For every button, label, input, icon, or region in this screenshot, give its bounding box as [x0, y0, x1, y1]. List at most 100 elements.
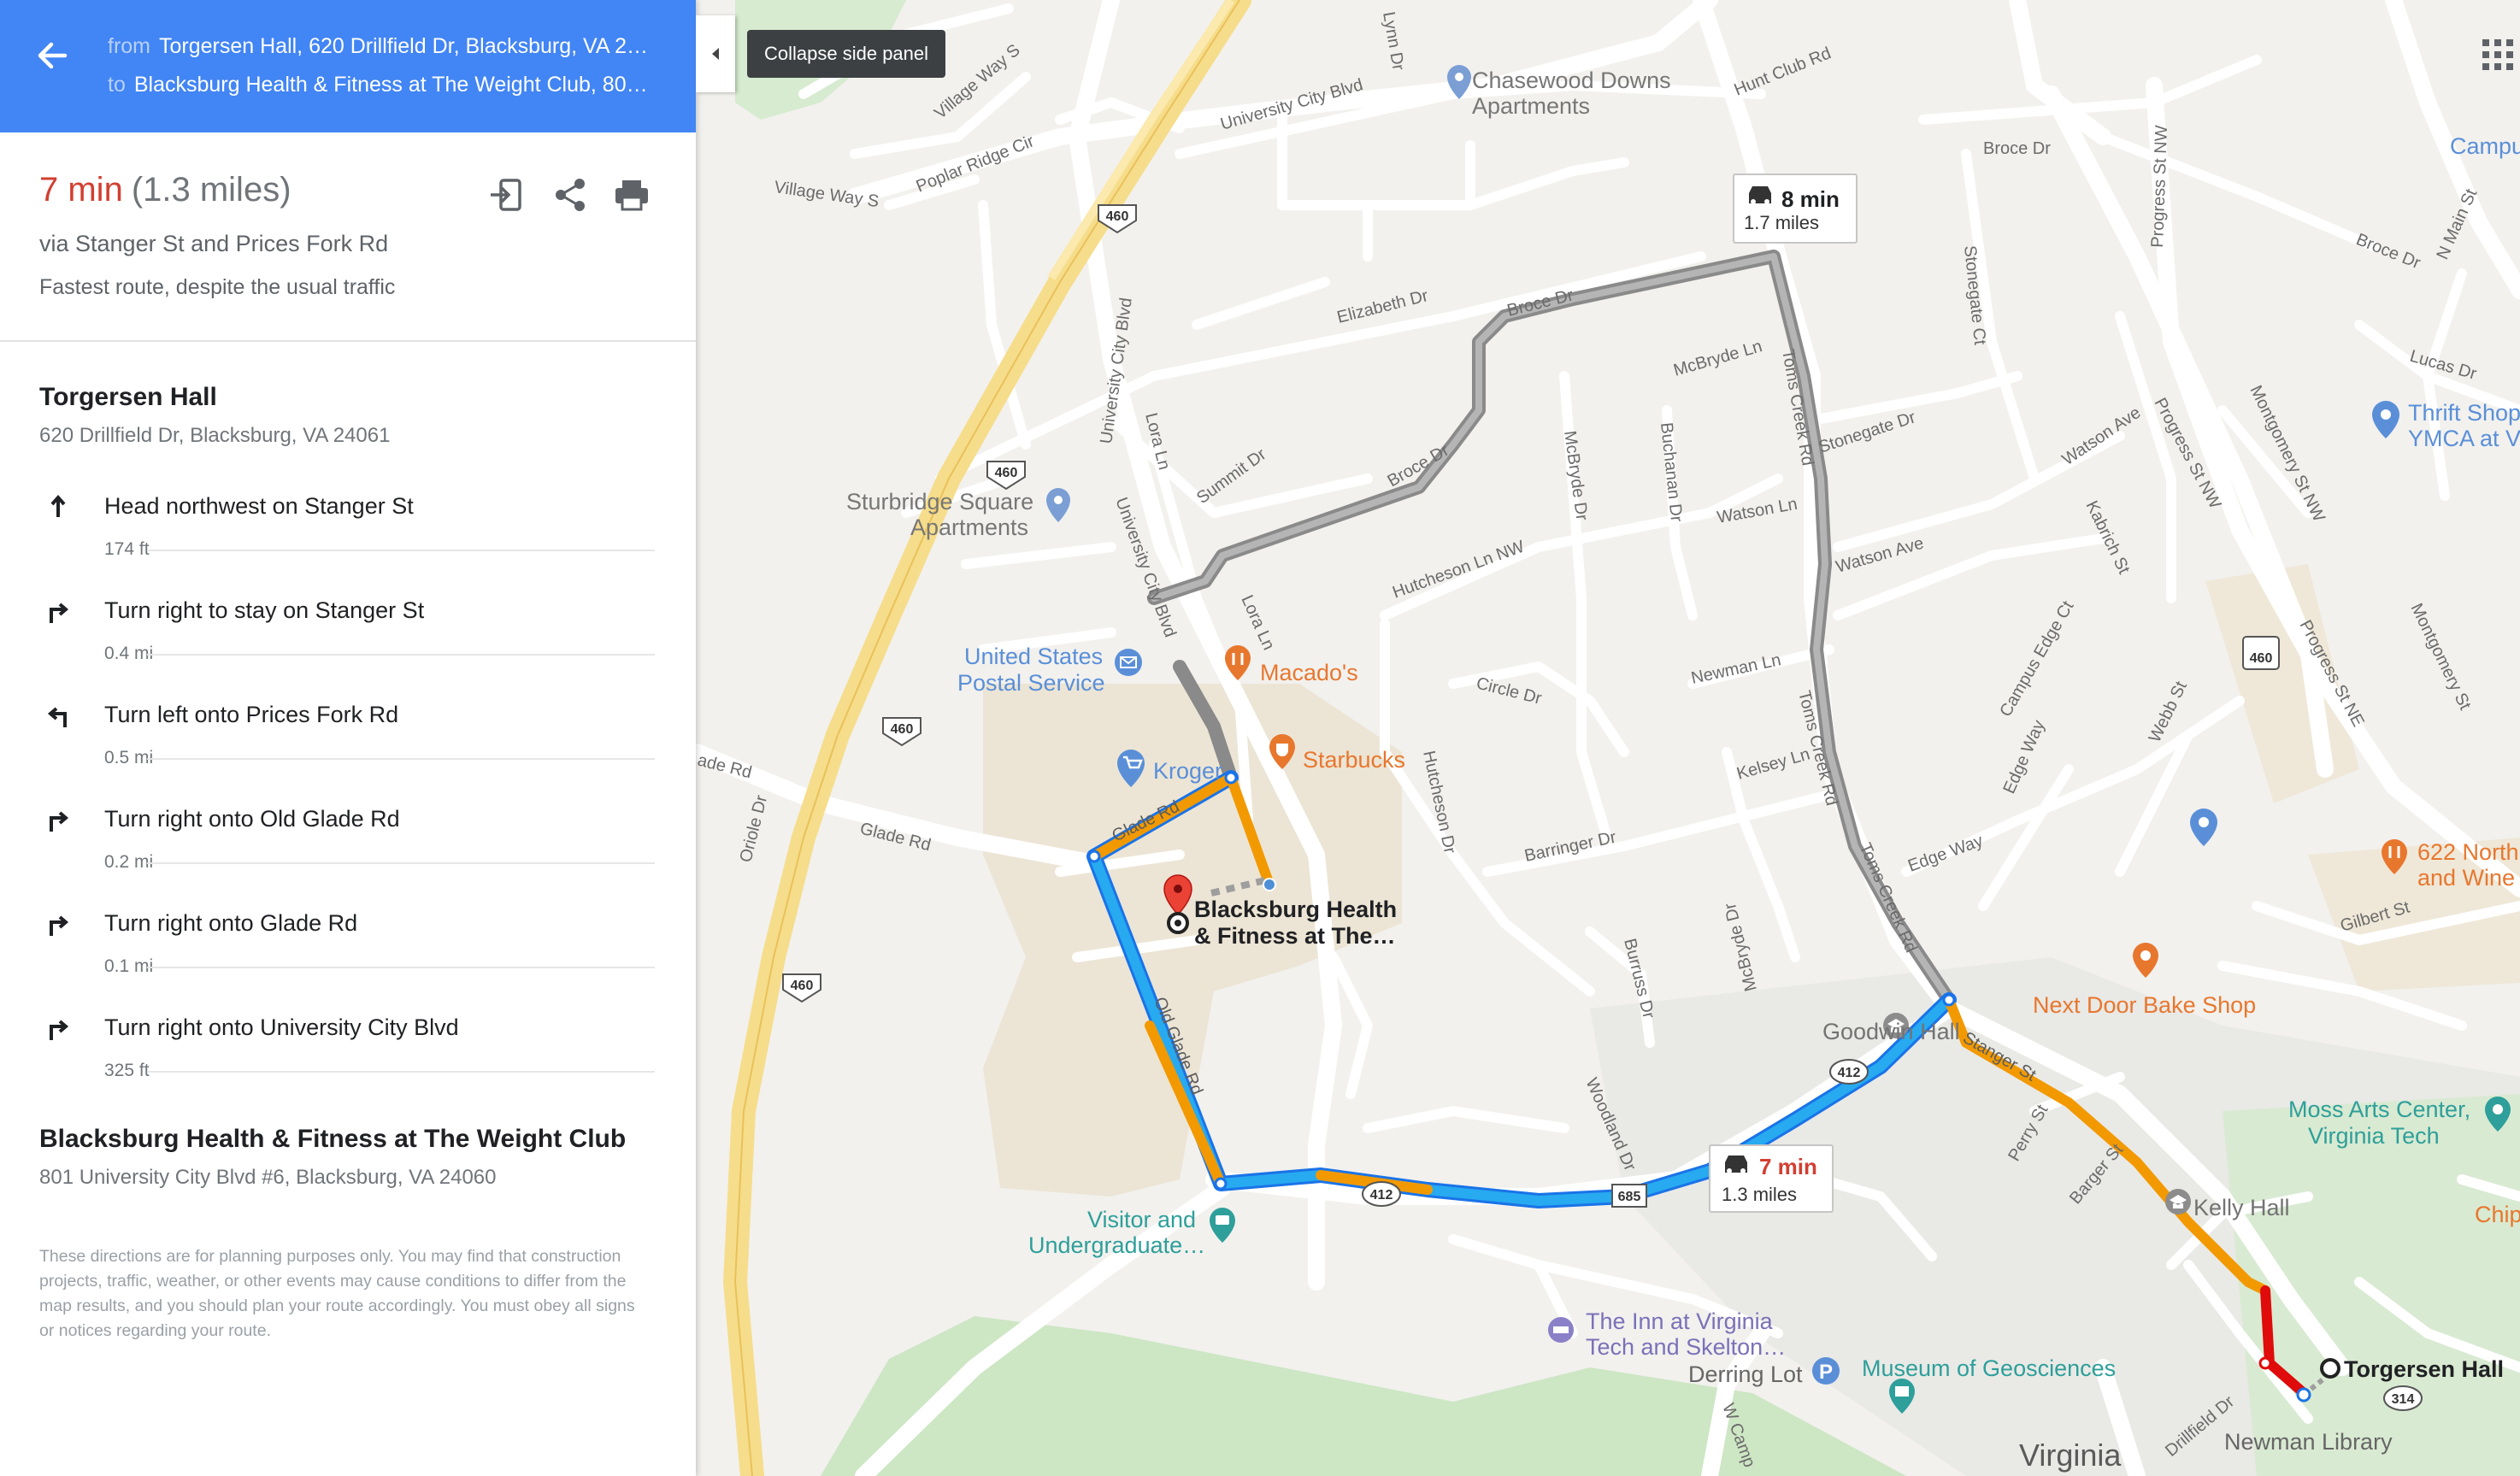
poi-label: Thrift Shop — [2408, 400, 2520, 426]
collapse-tooltip: Collapse side panel — [747, 30, 946, 78]
disclaimer-text: These directions are for planning purpos… — [39, 1247, 635, 1340]
svg-text:P: P — [1819, 1361, 1833, 1384]
origin-name: Torgersen Hall — [39, 383, 217, 411]
divider — [147, 550, 655, 551]
direction-step[interactable]: Head northwest on Stanger St 174 ft — [0, 481, 696, 585]
poi-label: Tech and Skelton… — [1586, 1334, 1786, 1360]
divider — [0, 340, 696, 342]
divider — [147, 967, 655, 968]
shield-label: 460 — [791, 979, 814, 993]
turn-right-icon — [50, 1020, 69, 1040]
route-distance: 1.3 miles — [1722, 1184, 1797, 1205]
to-value: Blacksburg Health & Fitness at The Weigh… — [133, 73, 655, 97]
direction-step[interactable]: Turn right onto Old Glade Rd 0.2 mi — [0, 794, 696, 898]
directions-panel: from Torgersen Hall, 620 Drillfield Dr, B… — [0, 0, 696, 1476]
poi-label: Kroger — [1153, 758, 1222, 784]
destination-address: 801 University City Blvd #6, Blacksburg,… — [39, 1166, 497, 1189]
poi-label: Chasewood Downs — [1472, 68, 1671, 93]
poi-label: Undergraduate… — [1028, 1232, 1205, 1258]
step-distance: 0.5 mi — [104, 748, 154, 767]
poi-label: Next Door Bake Shop — [2033, 992, 2256, 1018]
poi-label: Newman Library — [2224, 1429, 2393, 1455]
divider — [147, 862, 655, 864]
poi-label: Kelly Hall — [2193, 1195, 2290, 1220]
to-label: to — [108, 73, 126, 97]
poi-label: Chip — [2475, 1202, 2520, 1227]
street-label: Broce Dr — [1983, 139, 2051, 158]
route-distance: (1.3 miles) — [131, 171, 291, 209]
poi-label: Visitor and — [1087, 1207, 1196, 1232]
turn-right-icon — [50, 603, 69, 623]
poi-newman-library[interactable]: Newman Library — [2224, 1429, 2393, 1455]
apps-grid-icon[interactable] — [2482, 39, 2513, 70]
route-time: 8 min — [1781, 186, 1840, 212]
route-time: 7 min — [1759, 1154, 1817, 1179]
direction-step[interactable]: Turn right onto Glade Rd 0.1 mi — [0, 898, 696, 1003]
divider — [147, 1071, 655, 1073]
poi-label: Apartments — [1472, 93, 1590, 119]
poi-label: Museum of Geosciences — [1862, 1355, 2116, 1381]
divider — [147, 654, 655, 656]
step-instruction: Turn left onto Prices Fork Rd — [104, 702, 399, 727]
directions-header: from Torgersen Hall, 620 Drillfield Dr, B… — [0, 0, 696, 132]
shield-label: 314 — [2392, 1392, 2415, 1407]
route-alt-callout[interactable]: 8 min 1.7 miles — [1733, 173, 1858, 244]
route-note: Fastest route, despite the usual traffic — [39, 275, 396, 299]
shield-label: 460 — [1106, 209, 1129, 224]
turn-left-icon — [47, 707, 67, 727]
from-field[interactable]: from Torgersen Hall, 620 Drillfield Dr, B… — [108, 34, 655, 59]
arrow-up-icon — [50, 494, 66, 517]
step-distance: 0.1 mi — [104, 956, 154, 976]
shield-label: 460 — [2250, 651, 2273, 666]
step-instruction: Turn right to stay on Stanger St — [104, 597, 425, 623]
direction-step[interactable]: Turn right to stay on Stanger St 0.4 mi — [0, 585, 696, 690]
shield-label: 460 — [995, 466, 1018, 480]
step-instruction: Turn right onto Glade Rd — [104, 910, 358, 936]
poi-label: 622 North — [2417, 839, 2519, 865]
caret-left-icon — [712, 48, 719, 60]
destination-map-label: Blacksburg Health — [1194, 897, 1397, 922]
poi-label: Macado's — [1260, 660, 1358, 685]
origin-address: 620 Drillfield Dr, Blacksburg, VA 24061 — [39, 424, 391, 447]
poi-label: Derring Lot — [1688, 1361, 1803, 1387]
shield-label: 412 — [1838, 1066, 1861, 1080]
destination-map-label: & Fitness at The… — [1194, 923, 1396, 949]
step-distance: 174 ft — [104, 539, 150, 559]
poi-label: The Inn at Virginia — [1586, 1308, 1774, 1334]
poi-label: YMCA at V — [2408, 426, 2520, 451]
from-label: from — [108, 34, 150, 58]
divider — [147, 758, 655, 760]
destination-name: Blacksburg Health & Fitness at The Weigh… — [39, 1125, 627, 1153]
poi-label: Campu — [2450, 133, 2520, 159]
poi-label: Sturbridge Square — [846, 489, 1033, 515]
route-via: via Stanger St and Prices Fork Rd — [39, 231, 389, 256]
poi-label: Starbucks — [1303, 747, 1405, 773]
direction-step[interactable]: Turn right onto University City Blvd 325… — [0, 1003, 696, 1107]
shield-label: 412 — [1370, 1188, 1393, 1203]
step-instruction: Head northwest on Stanger St — [104, 493, 414, 519]
arrow-back-icon — [38, 42, 68, 69]
poi-label: and Wine — [2417, 865, 2515, 891]
poi-torgersen-hall[interactable]: Torgersen Hall — [2320, 1356, 2504, 1382]
direction-step[interactable]: Turn left onto Prices Fork Rd 0.5 mi — [0, 690, 696, 794]
route-main-callout[interactable]: 7 min 1.3 miles — [1709, 1144, 1834, 1213]
back-button[interactable] — [31, 34, 74, 77]
poi-label: Apartments — [910, 515, 1028, 540]
origin-map-label: Torgersen Hall — [2344, 1356, 2504, 1382]
step-instruction: Turn right onto Old Glade Rd — [104, 806, 400, 832]
send-to-phone-icon[interactable] — [487, 175, 527, 215]
step-distance: 0.2 mi — [104, 852, 154, 872]
area-label: Virginia — [2019, 1438, 2122, 1473]
collapse-panel-button[interactable] — [696, 15, 735, 92]
poi-label: Moss Arts Center, — [2288, 1097, 2470, 1122]
share-icon[interactable] — [551, 175, 590, 215]
shield-label: 685 — [1618, 1190, 1641, 1204]
print-icon[interactable] — [612, 175, 651, 215]
poi-label: Postal Service — [957, 670, 1105, 696]
step-distance: 0.4 mi — [104, 644, 154, 663]
from-value: Torgersen Hall, 620 Drillfield Dr, Black… — [159, 34, 655, 58]
step-instruction: Turn right onto University City Blvd — [104, 1014, 459, 1040]
poi-label: Virginia Tech — [2308, 1123, 2440, 1149]
to-field[interactable]: to Blacksburg Health & Fitness at The Wei… — [108, 73, 655, 97]
poi-label: United States — [964, 644, 1103, 669]
